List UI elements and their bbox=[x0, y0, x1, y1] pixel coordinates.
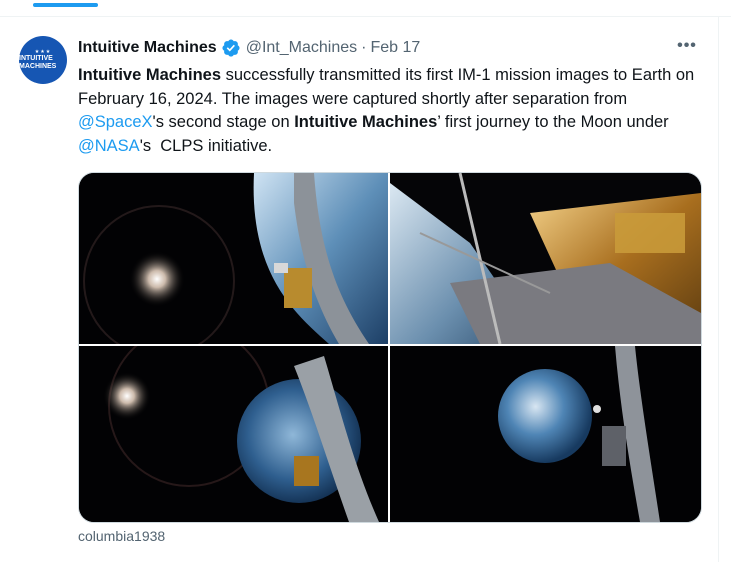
tab-bar bbox=[0, 0, 731, 17]
more-options-icon[interactable]: ••• bbox=[676, 38, 698, 58]
media-image-1[interactable] bbox=[79, 173, 388, 344]
column-divider bbox=[718, 16, 719, 562]
author-name[interactable]: Intuitive Machines bbox=[78, 39, 217, 57]
header-separator: · bbox=[361, 39, 367, 56]
tweet-header: Intuitive Machines @Int_Machines · Feb 1… bbox=[78, 37, 420, 59]
media-image-2[interactable] bbox=[390, 173, 701, 344]
active-tab-indicator bbox=[33, 3, 98, 7]
tweet[interactable]: ★★★ INTUITIVE MACHINES Intuitive Machine… bbox=[0, 16, 718, 562]
text-bold-1: Intuitive Machines bbox=[78, 66, 222, 84]
media-grid bbox=[78, 172, 702, 523]
text-part-4: 's CLPS initiative. bbox=[139, 136, 273, 155]
avatar[interactable]: ★★★ INTUITIVE MACHINES bbox=[19, 36, 67, 84]
mention-spacex-link[interactable]: @SpaceX bbox=[78, 113, 153, 131]
author-handle[interactable]: @Int_Machines bbox=[246, 39, 357, 57]
media-image-4[interactable] bbox=[390, 346, 701, 522]
text-part-2: 's second stage on bbox=[152, 113, 295, 131]
media-image-3[interactable] bbox=[79, 346, 388, 522]
verified-badge-icon bbox=[222, 39, 240, 57]
avatar-logo-text: INTUITIVE MACHINES bbox=[19, 55, 57, 70]
mention-nasa-link[interactable]: @NASA bbox=[78, 137, 140, 155]
text-bold-2: Intuitive Machines bbox=[294, 113, 438, 131]
text-part-3: ’ first journey to the Moon under bbox=[437, 113, 674, 131]
tweet-text: Intuitive Machines successfully transmit… bbox=[78, 64, 706, 158]
image-credit: columbia1938 bbox=[78, 528, 166, 544]
tweet-date[interactable]: Feb 17 bbox=[370, 39, 420, 57]
